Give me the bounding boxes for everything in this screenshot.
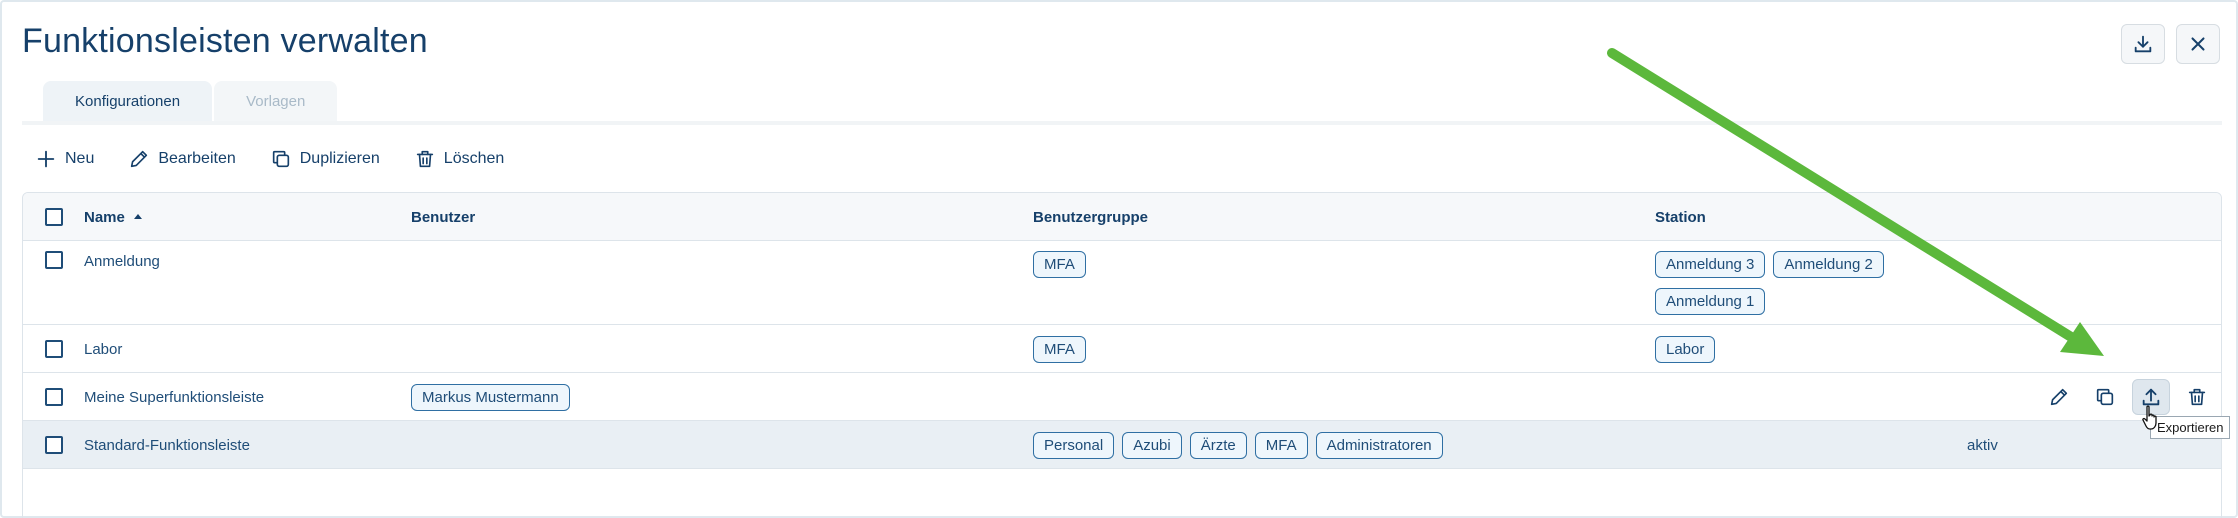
station-chip: Anmeldung 3 <box>1655 251 1766 278</box>
group-chip: Azubi <box>1122 432 1182 459</box>
new-button[interactable]: Neu <box>35 148 94 170</box>
table-row[interactable]: Meine Superfunktionsleiste Markus Muster… <box>23 373 2221 421</box>
group-chip: MFA <box>1033 251 1086 278</box>
tab-divider <box>22 121 2222 125</box>
duplicate-button[interactable]: Duplizieren <box>270 148 380 170</box>
page-title: Funktionsleisten verwalten <box>22 22 428 60</box>
group-chips: MFA <box>1033 336 1094 363</box>
download-button[interactable] <box>2121 24 2165 64</box>
station-chip: Anmeldung 2 <box>1773 251 1884 278</box>
tab-vorlagen[interactable]: Vorlagen <box>214 81 338 121</box>
row-edit-button[interactable] <box>2040 379 2078 415</box>
edit-label: Bearbeiten <box>158 150 236 167</box>
status-label: aktiv <box>1967 437 1998 454</box>
group-chip: Personal <box>1033 432 1115 459</box>
sort-ascending-icon <box>134 214 143 219</box>
edit-button[interactable]: Bearbeiten <box>128 148 236 170</box>
table-row[interactable]: Standard-Funktionsleiste Personal Azubi Är… <box>23 421 2221 469</box>
column-header-station[interactable]: Station <box>1655 209 1706 226</box>
row-checkbox[interactable] <box>45 251 63 269</box>
trash-icon <box>416 150 433 168</box>
group-chip: MFA <box>1033 336 1086 363</box>
row-duplicate-button[interactable] <box>2086 379 2124 415</box>
user-chips: Markus Mustermann <box>411 384 578 411</box>
row-checkbox[interactable] <box>45 436 63 454</box>
group-chips: Personal Azubi Ärzte MFA Administratoren <box>1033 432 1451 459</box>
close-icon <box>2191 37 2205 51</box>
copy-icon <box>272 150 289 168</box>
station-chips: Anmeldung 3 Anmeldung 2 Anmeldung 1 <box>1655 251 1955 315</box>
row-name: Standard-Funktionsleiste <box>84 437 250 454</box>
new-label: Neu <box>65 150 95 167</box>
station-chip: Anmeldung 1 <box>1655 288 1766 315</box>
group-chip: Administratoren <box>1315 432 1443 459</box>
pencil-icon <box>131 150 148 168</box>
table-header: Name Benutzer Benutzergruppe Station <box>23 193 2221 241</box>
column-header-user[interactable]: Benutzer <box>411 209 475 226</box>
delete-button[interactable]: Löschen <box>414 148 505 170</box>
column-header-name-label: Name <box>84 209 125 226</box>
plus-icon <box>37 150 55 168</box>
trash-icon <box>2188 388 2206 406</box>
close-button[interactable] <box>2176 24 2220 64</box>
column-header-name[interactable]: Name <box>84 209 143 226</box>
column-header-group[interactable]: Benutzergruppe <box>1033 209 1148 226</box>
row-checkbox[interactable] <box>45 340 63 358</box>
table-row[interactable]: Anmeldung MFA Anmeldung 3 Anmeldung 2 Anm… <box>23 241 2221 325</box>
group-chip: MFA <box>1254 432 1308 459</box>
row-name: Meine Superfunktionsleiste <box>84 389 265 406</box>
row-name: Labor <box>84 341 123 358</box>
duplicate-label: Duplizieren <box>299 150 380 167</box>
group-chips: MFA <box>1033 251 1094 278</box>
export-tooltip: Exportieren <box>2150 416 2231 439</box>
hand-cursor-icon <box>2142 405 2157 430</box>
row-delete-button[interactable] <box>2178 379 2216 415</box>
tab-bar: Konfigurationen Vorlagen <box>43 81 339 121</box>
user-chip: Markus Mustermann <box>411 384 570 411</box>
station-chip: Labor <box>1655 336 1716 363</box>
toolbar: Neu Bearbeiten Duplizieren Löschen <box>35 148 504 170</box>
download-icon <box>2134 35 2152 53</box>
station-chips: Labor <box>1655 336 1723 363</box>
group-chip: Ärzte <box>1189 432 1247 459</box>
tab-konfigurationen[interactable]: Konfigurationen <box>43 81 213 121</box>
copy-icon <box>2096 388 2114 406</box>
row-checkbox[interactable] <box>45 388 63 406</box>
delete-label: Löschen <box>443 150 505 167</box>
select-all-checkbox[interactable] <box>45 208 63 226</box>
table-row[interactable]: Labor MFA Labor <box>23 325 2221 373</box>
pencil-icon <box>2050 388 2068 406</box>
row-name: Anmeldung <box>84 253 160 270</box>
config-table: Name Benutzer Benutzergruppe Station Anm… <box>22 192 2222 518</box>
